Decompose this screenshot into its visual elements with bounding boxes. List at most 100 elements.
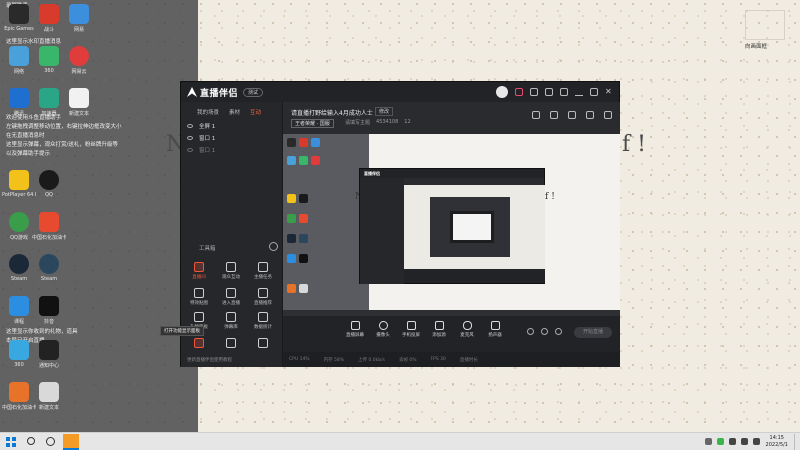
cortana-icon[interactable]	[46, 437, 55, 446]
windows-start-icon[interactable]	[6, 437, 16, 447]
tool-scene[interactable]	[249, 338, 277, 348]
tool-enter[interactable]: 进入直播	[217, 288, 245, 306]
gift-icon[interactable]	[515, 88, 523, 96]
tool-recommend[interactable]: 直播推荐	[249, 288, 277, 306]
notify-icon	[39, 340, 59, 360]
room-category[interactable]: 王者荣耀 · 国服	[291, 119, 334, 128]
tool-live-room[interactable]: 直播间	[185, 262, 213, 280]
live-screen-button[interactable]: 直播屏幕	[343, 321, 367, 338]
tool-sticker[interactable]: 特效贴图	[185, 288, 213, 306]
mini-game-icon	[299, 138, 308, 147]
search-icon[interactable]	[27, 437, 35, 445]
desktop-icon-tiktok[interactable]: 抖音	[32, 296, 66, 325]
message-icon[interactable]	[530, 88, 538, 96]
wechat-icon[interactable]	[717, 438, 724, 445]
desktop-icon-network[interactable]: 网络	[2, 46, 36, 75]
link-icon	[226, 338, 236, 348]
show-desktop-button[interactable]	[794, 434, 798, 450]
scene-item[interactable]: 窗口 1	[181, 132, 282, 144]
room-edit-tag[interactable]: 修改	[375, 107, 394, 116]
tab-materials[interactable]: 素材	[229, 108, 240, 116]
screen-icon	[350, 321, 360, 330]
desktop-icon-steam[interactable]: Steam	[2, 254, 36, 282]
scene-list: 全屏 1 窗口 1 窗口 1	[181, 120, 282, 156]
desktop-icon-notify[interactable]: 通知中心	[32, 340, 66, 369]
tool-task[interactable]: 主播任务	[249, 262, 277, 280]
record-icon[interactable]	[527, 328, 534, 335]
desktop-icon-file-2[interactable]: 新建文本	[32, 382, 66, 411]
room-title[interactable]: 请直播打野给输入4月成功人士	[291, 108, 373, 117]
tool-audience[interactable]: 观众互动	[217, 262, 245, 280]
eye-toggle-icon[interactable]	[541, 328, 548, 335]
menu-icon[interactable]	[560, 88, 568, 96]
mini-music-icon	[311, 156, 320, 165]
preview-desktop-column	[283, 134, 369, 316]
settings-icon[interactable]	[555, 328, 562, 335]
tool-danmaku[interactable]: 弹幕库	[217, 312, 245, 330]
ime-icon[interactable]	[753, 438, 760, 445]
taskbar-clock[interactable]: 14:15 2022/5/1	[766, 435, 788, 449]
epic-icon	[9, 4, 29, 24]
start-live-button[interactable]: 开始直播	[574, 327, 612, 338]
desktop-icon-steam-2[interactable]: Steam	[32, 254, 66, 282]
tab-scenes[interactable]: 我的场景	[197, 108, 219, 116]
scene-item[interactable]: 全屏 1	[181, 120, 282, 132]
volume-icon[interactable]	[741, 438, 748, 445]
eye-icon[interactable]	[187, 136, 193, 140]
desktop-icon-browser[interactable]: 360	[2, 340, 36, 368]
room-header: 请直播打野给输入4月成功人士 修改 王者荣耀 · 国服 请填写主题 453410…	[283, 102, 620, 134]
eye-icon[interactable]	[187, 148, 193, 152]
scene-item[interactable]: 窗口 1	[181, 144, 282, 156]
desktop-icon-boost[interactable]: 加速器	[32, 88, 66, 117]
maximize-icon[interactable]	[590, 88, 598, 96]
desktop-icon-card-2[interactable]: 中国石化加油卡	[2, 382, 36, 411]
app-version-badge[interactable]: 测试	[243, 87, 264, 97]
icon-label: 360	[14, 362, 24, 368]
window-icon[interactable]	[568, 111, 576, 119]
tab-interaction[interactable]: 互动	[250, 108, 261, 116]
desktop-icon-file[interactable]: 新建文本	[62, 88, 96, 117]
status-memory: 内存 58%	[323, 357, 345, 363]
shop-icon[interactable]	[532, 111, 540, 119]
add-source-button[interactable]: 添加源	[427, 321, 451, 338]
network-tray-icon[interactable]	[729, 438, 736, 445]
desktop-icon-game[interactable]: 战斗	[32, 4, 66, 33]
desktop-icon-netease[interactable]: 网易	[62, 4, 96, 33]
bell-icon[interactable]	[586, 111, 594, 119]
microphone-button[interactable]: 麦克风	[455, 321, 479, 338]
avatar[interactable]	[496, 86, 508, 98]
stream-preview[interactable]: N f ! 直播伴侣	[283, 134, 620, 316]
tool-watermark[interactable]	[185, 338, 213, 348]
phone-cast-button[interactable]: 手机投屏	[399, 321, 423, 338]
close-icon[interactable]: ✕	[605, 88, 613, 96]
tool-stats[interactable]: 数据统计	[249, 312, 277, 330]
left-footer-link[interactable]: 更新直播伴侣使用教程	[187, 357, 232, 363]
mini-qq-game-icon	[287, 214, 296, 223]
desktop-icon-course[interactable]: 课程	[2, 296, 36, 325]
desktop-icon-card[interactable]: 中国石化加油卡	[32, 212, 66, 241]
settings-icon[interactable]	[545, 88, 553, 96]
desktop-icon-tencent[interactable]: 腾讯	[2, 88, 36, 117]
speaker-button[interactable]: 扬声器	[483, 321, 507, 338]
taskbar-app-icon[interactable]	[63, 434, 79, 450]
minimize-icon[interactable]	[575, 88, 583, 96]
tray-chevron-icon[interactable]	[705, 438, 712, 445]
trophy-icon[interactable]	[550, 111, 558, 119]
camera-button[interactable]: 摄像头	[371, 321, 395, 338]
desktop-icon-epic[interactable]: Epic Games	[2, 4, 36, 32]
share-icon[interactable]	[604, 111, 612, 119]
audience-icon	[226, 262, 236, 272]
icon-label: 抖音	[43, 319, 54, 325]
eye-icon[interactable]	[187, 124, 193, 128]
icon-label: 网络	[13, 69, 24, 75]
toolbox-expand-icon[interactable]	[269, 242, 278, 251]
desktop-icon-qq[interactable]: QQ	[32, 170, 66, 198]
desktop-icon-qq-game[interactable]: QQ游戏	[2, 212, 36, 241]
desktop-icon-360[interactable]: 360	[32, 46, 66, 74]
tool-link[interactable]	[217, 338, 245, 348]
live-streaming-app-window: 直播伴侣 测试 ✕ 我的场景 素材 互动 全屏 1 窗口 1 窗口 1 工具箱 …	[180, 81, 620, 367]
room-meta: 请填写主题 4534108 12	[345, 119, 411, 126]
mini-card2-icon	[287, 284, 296, 293]
desktop-icon-potplayer[interactable]: PotPlayer 64 bit	[2, 170, 36, 198]
desktop-icon-music[interactable]: 网易云	[62, 46, 96, 75]
